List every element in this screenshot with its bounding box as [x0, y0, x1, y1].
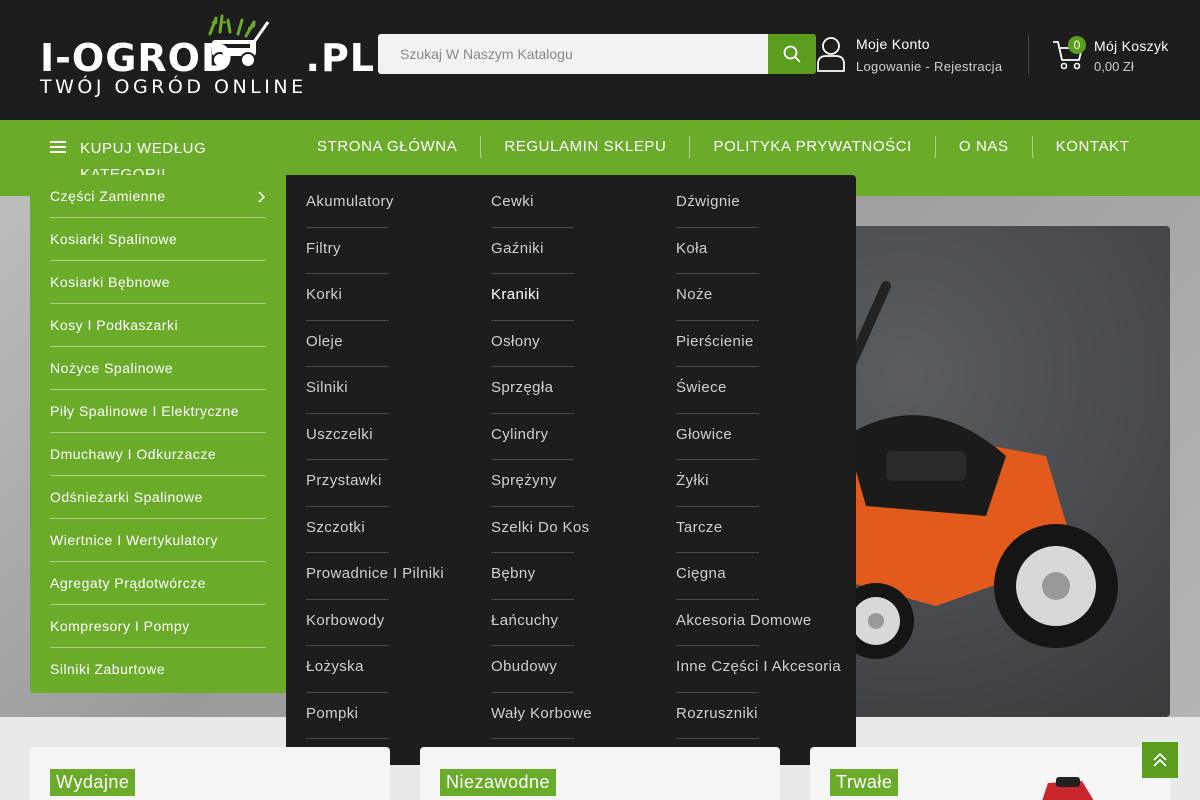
sidebar-item-augers[interactable]: Wiertnice I Wertykulatory [50, 519, 266, 562]
mega-menu-item[interactable]: Bębny [491, 553, 676, 600]
mega-menu-column: Dźwignie Koła Noże Pierścienie Świece Gł… [676, 181, 861, 739]
mega-menu-item[interactable]: Akcesoria Domowe [676, 600, 861, 647]
cart-total: 0,00 Zł [1094, 59, 1134, 74]
mega-menu-item[interactable]: Żyłki [676, 460, 861, 507]
mega-menu-item[interactable]: Gaźniki [491, 228, 676, 275]
category-sidebar: Części Zamienne Kosiarki Spalinowe Kosia… [30, 175, 286, 693]
sidebar-item-parts[interactable]: Części Zamienne [50, 175, 266, 218]
cart-link[interactable]: 0 Mój Koszyk 0,00 Zł [1052, 34, 1182, 78]
menu-item-home[interactable]: STRONA GŁÓWNA [294, 136, 480, 158]
logo[interactable]: I-OGROD .PL TWÓJ OGRÓD ONLINE [40, 14, 374, 100]
parts-mega-menu: Akumulatory Filtry Korki Oleje Silniki U… [286, 175, 856, 765]
sidebar-item-snow-blowers[interactable]: Odśnieżarki Spalinowe [50, 476, 266, 519]
feature-card-label: Wydajne [50, 769, 136, 796]
mega-menu-item[interactable]: Łańcuchy [491, 600, 676, 647]
hamburger-icon [50, 141, 66, 153]
mega-menu-item[interactable]: Tarcze [676, 507, 861, 554]
sidebar-item-hedge-trimmers[interactable]: Nożyce Spalinowe [50, 347, 266, 390]
sidebar-item-blowers[interactable]: Dmuchawy I Odkurzacze [50, 433, 266, 476]
feature-card: Trwałe [810, 747, 1170, 800]
account-title: Moje Konto [856, 36, 930, 52]
chevron-right-icon [258, 191, 266, 203]
mega-menu-item[interactable]: Dźwignie [676, 181, 861, 228]
mega-menu-item[interactable]: Filtry [306, 228, 491, 275]
mega-menu-item[interactable]: Sprzęgła [491, 367, 676, 414]
header-divider [1028, 34, 1029, 74]
search-button[interactable] [768, 34, 816, 74]
double-chevron-up-icon [1153, 752, 1167, 767]
feature-card-label: Niezawodne [440, 769, 557, 796]
sidebar-item-generators[interactable]: Agregaty Prądotwórcze [50, 562, 266, 605]
menu-item-privacy[interactable]: POLITYKA PRYWATNOŚCI [689, 136, 934, 158]
mega-menu-item[interactable]: Oleje [306, 321, 491, 368]
mega-menu-item[interactable]: Świece [676, 367, 861, 414]
mega-menu-item[interactable]: Łożyska [306, 646, 491, 693]
sidebar-item-drum-mowers[interactable]: Kosiarki Bębnowe [50, 261, 266, 304]
mega-menu-item[interactable]: Uszczelki [306, 414, 491, 461]
mega-menu-item[interactable]: Głowice [676, 414, 861, 461]
cart-count-badge: 0 [1068, 36, 1086, 54]
product-thumbnail-image [1042, 777, 1094, 800]
sidebar-item-label: Części Zamienne [50, 188, 166, 204]
mega-menu-item-active[interactable]: Kraniki [491, 274, 676, 321]
menu-item-contact[interactable]: KONTAKT [1031, 136, 1153, 158]
mega-menu-item[interactable]: Szczotki [306, 507, 491, 554]
account-link[interactable]: Moje Konto Logowanie - Rejestracja [816, 34, 1016, 76]
menu-item-terms[interactable]: REGULAMIN SKLEPU [480, 136, 689, 158]
back-to-top-button[interactable] [1142, 742, 1178, 778]
sidebar-item-outboard-motors[interactable]: Silniki Zaburtowe [50, 648, 266, 691]
logo-text: I-OGROD .PL [40, 36, 376, 80]
mega-menu-item[interactable]: Koła [676, 228, 861, 275]
search-icon [783, 45, 801, 63]
mega-menu-item[interactable]: Silniki [306, 367, 491, 414]
top-menu: STRONA GŁÓWNA REGULAMIN SKLEPU POLITYKA … [294, 135, 1153, 159]
login-register-link[interactable]: Logowanie - Rejestracja [856, 59, 1002, 74]
logo-tagline: TWÓJ OGRÓD ONLINE [40, 76, 307, 98]
feature-card: Niezawodne [420, 747, 780, 800]
mega-menu-item[interactable]: Noże [676, 274, 861, 321]
mega-menu-item[interactable]: Przystawki [306, 460, 491, 507]
mega-menu-item[interactable]: Akumulatory [306, 181, 491, 228]
sidebar-item-trimmers[interactable]: Kosy I Podkaszarki [50, 304, 266, 347]
mega-menu-item[interactable]: Rozruszniki [676, 693, 861, 740]
search-bar [378, 34, 816, 74]
mega-menu-item[interactable]: Szelki Do Kos [491, 507, 676, 554]
mega-menu-item[interactable]: Prowadnice I Pilniki [306, 553, 491, 600]
user-icon [817, 37, 845, 72]
mega-menu-column: Cewki Gaźniki Kraniki Osłony Sprzęgła Cy… [491, 181, 676, 739]
mega-menu-item[interactable]: Cięgna [676, 553, 861, 600]
feature-card-label: Trwałe [830, 769, 899, 796]
mega-menu-column: Akumulatory Filtry Korki Oleje Silniki U… [306, 181, 491, 739]
mega-menu-item[interactable]: Korki [306, 274, 491, 321]
sidebar-item-compressors[interactable]: Kompresory I Pompy [50, 605, 266, 648]
sidebar-item-petrol-mowers[interactable]: Kosiarki Spalinowe [50, 218, 266, 261]
site-header: I-OGROD.PL TWÓJ OGRÓD ONLINE Moje Konto … [0, 0, 1200, 120]
mega-menu-item[interactable]: Inne Części I Akcesoria [676, 646, 861, 693]
menu-item-about[interactable]: O NAS [934, 136, 1032, 158]
mega-menu-item[interactable]: Pompki [306, 693, 491, 740]
mega-menu-item[interactable]: Sprężyny [491, 460, 676, 507]
cart-title: Mój Koszyk [1094, 38, 1169, 54]
mega-menu-item[interactable]: Obudowy [491, 646, 676, 693]
mega-menu-item[interactable]: Cylindry [491, 414, 676, 461]
mega-menu-item[interactable]: Pierścienie [676, 321, 861, 368]
mega-menu-item[interactable]: Wały Korbowe [491, 693, 676, 740]
search-input[interactable] [378, 34, 768, 74]
mega-menu-item[interactable]: Osłony [491, 321, 676, 368]
mega-menu-item[interactable]: Cewki [491, 181, 676, 228]
sidebar-item-chainsaws[interactable]: Piły Spalinowe I Elektryczne [50, 390, 266, 433]
feature-card: Wydajne [30, 747, 390, 800]
mega-menu-item[interactable]: Korbowody [306, 600, 491, 647]
